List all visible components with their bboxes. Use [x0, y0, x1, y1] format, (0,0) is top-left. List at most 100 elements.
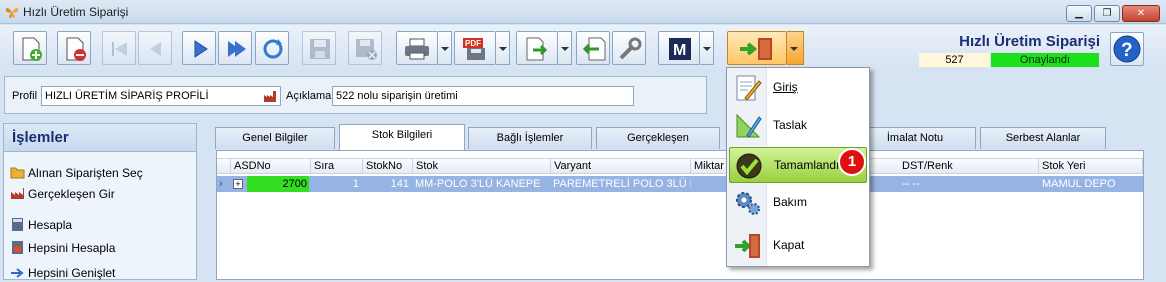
step-badge: 1	[838, 148, 866, 176]
pdf-button[interactable]: PDF	[454, 31, 496, 65]
export-button[interactable]	[516, 31, 558, 65]
tab-gerceklesen[interactable]: Gerçekleşen	[596, 127, 720, 149]
menu-item-label: Bakım	[773, 195, 808, 209]
grid-header: ASDNo Sıra StokNo Stok Varyant Miktar DS…	[217, 158, 1143, 174]
delete-doc-icon	[66, 37, 86, 61]
column-stok[interactable]: Stok	[413, 159, 551, 174]
cell-dst-renk: -- --	[902, 178, 920, 190]
draft-icon	[736, 113, 762, 138]
menu-item-label: Kapat	[773, 238, 805, 252]
aciklama-field[interactable]: 522 nolu siparişin üretimi	[332, 86, 634, 106]
document-number: 527	[919, 53, 990, 67]
calculator-all-icon	[12, 241, 23, 254]
exit-icon	[740, 38, 772, 60]
pdf-label: PDF	[465, 39, 481, 48]
restore-button[interactable]: ❐	[1094, 5, 1120, 22]
export-dropdown[interactable]	[558, 31, 572, 65]
save-button[interactable]	[302, 31, 336, 65]
column-stokno[interactable]: StokNo	[363, 159, 413, 174]
minimize-button[interactable]: ▁	[1066, 5, 1092, 22]
select-from-order-item[interactable]: Alınan Siparişten Seç	[10, 164, 143, 182]
next-icon	[194, 40, 208, 58]
first-record-button[interactable]	[102, 31, 136, 65]
left-item-label: Alınan Siparişten Seç	[28, 166, 143, 180]
menu-item-taslak[interactable]: Taslak	[729, 108, 867, 144]
menu-item-kapat[interactable]: Kapat	[729, 228, 867, 264]
cell-varyant: PAREMETRELİ POLO 3LÜ KA	[553, 178, 691, 190]
print-icon	[405, 38, 429, 60]
m-dropdown[interactable]	[700, 31, 714, 65]
column-dst-renk[interactable]: DST/Renk	[899, 159, 1039, 174]
import-icon	[582, 37, 606, 61]
print-button[interactable]	[396, 31, 438, 65]
print-dropdown[interactable]	[438, 31, 452, 65]
tab-bagli-islemler[interactable]: Bağlı İşlemler	[468, 127, 592, 149]
operations-title: İşlemler	[4, 124, 196, 152]
tab-genel-bilgiler[interactable]: Genel Bilgiler	[215, 127, 335, 149]
pdf-dropdown[interactable]	[496, 31, 510, 65]
enter-actual-item[interactable]: Gerçekleşen Gir	[10, 185, 115, 203]
cancel-save-button[interactable]	[348, 31, 382, 65]
checkmark-icon	[736, 153, 762, 179]
refresh-icon	[263, 39, 283, 59]
last-icon	[228, 41, 246, 57]
new-button[interactable]	[13, 31, 47, 65]
stock-grid: ASDNo Sıra StokNo Stok Varyant Miktar DS…	[216, 150, 1144, 280]
cell-stok: MM-POLO 3'LÜ KANEPE	[415, 178, 541, 190]
folder-open-icon	[10, 167, 25, 179]
profil-field[interactable]: HIZLI ÜRETİM SİPARİŞ PROFİLİ	[41, 86, 281, 106]
status-badge: Onaylandı	[991, 53, 1099, 67]
menu-item-label: Taslak	[773, 118, 808, 132]
close-button[interactable]: ✕	[1122, 5, 1160, 22]
tabs-area: Genel Bilgiler Stok Bilgileri Bağlı İşle…	[202, 123, 1166, 280]
m-icon: M	[669, 38, 691, 60]
expand-row-icon[interactable]: +	[233, 179, 243, 189]
delete-button[interactable]	[57, 31, 91, 65]
prev-icon	[150, 42, 161, 56]
table-row[interactable]: › + 2700 1 141 MM-POLO 3'LÜ KANEPE PAREM…	[217, 176, 1143, 192]
help-button[interactable]: ?	[1110, 32, 1144, 66]
exit-door-icon	[735, 234, 760, 258]
left-item-label: Hesapla	[28, 218, 73, 232]
calculate-all-item[interactable]: Hepsini Hesapla	[10, 239, 115, 257]
calculator-icon	[12, 218, 23, 231]
last-record-button[interactable]	[218, 31, 252, 65]
column-sira[interactable]: Sıra	[311, 159, 363, 174]
next-record-button[interactable]	[182, 31, 216, 65]
tools-button[interactable]	[612, 31, 646, 65]
expand-all-item[interactable]: Hepsini Genişlet	[10, 264, 115, 282]
column-asdno[interactable]: ASDNo	[231, 159, 311, 174]
previous-record-button[interactable]	[138, 31, 172, 65]
butterfly-icon	[5, 8, 19, 18]
m-label: M	[673, 42, 686, 59]
menu-item-bakim[interactable]: Bakım	[729, 185, 867, 221]
new-doc-icon	[22, 37, 42, 61]
column-stok-yeri[interactable]: Stok Yeri	[1039, 159, 1143, 174]
status-button[interactable]	[727, 31, 787, 65]
svg-text:?: ?	[1121, 40, 1133, 61]
m-button[interactable]: M	[658, 31, 700, 65]
factory-lookup-icon[interactable]	[263, 89, 277, 103]
calculate-item[interactable]: Hesapla	[10, 216, 72, 234]
import-button[interactable]	[576, 31, 610, 65]
menu-item-giris[interactable]: Giriş	[729, 70, 867, 106]
menu-item-label: Tamamlandı	[774, 158, 840, 172]
save-icon	[310, 39, 330, 59]
menu-item-label: Giriş	[773, 80, 798, 94]
left-item-label: Hepsini Genişlet	[28, 266, 116, 280]
pencil-doc-icon	[736, 75, 762, 101]
refresh-button[interactable]	[255, 31, 289, 65]
help-icon: ?	[1113, 35, 1141, 63]
tab-imalat-notu[interactable]: İmalat Notu	[854, 127, 976, 149]
profile-bar: Profil HIZLI ÜRETİM SİPARİŞ PROFİLİ Açık…	[4, 76, 707, 114]
left-item-label: Gerçekleşen Gir	[28, 187, 115, 201]
export-icon	[526, 37, 548, 61]
cell-asdno: 2700	[247, 176, 309, 192]
cell-stokno: 141	[390, 178, 409, 190]
title-bar: Hızlı Üretim Siparişi ▁ ❐ ✕	[0, 0, 1166, 24]
column-miktar[interactable]: Miktar	[691, 159, 727, 174]
tab-stok-bilgileri[interactable]: Stok Bilgileri	[339, 124, 465, 150]
status-dropdown[interactable]	[787, 31, 804, 65]
column-varyant[interactable]: Varyant	[551, 159, 691, 174]
tab-serbest-alanlar[interactable]: Serbest Alanlar	[980, 127, 1106, 149]
